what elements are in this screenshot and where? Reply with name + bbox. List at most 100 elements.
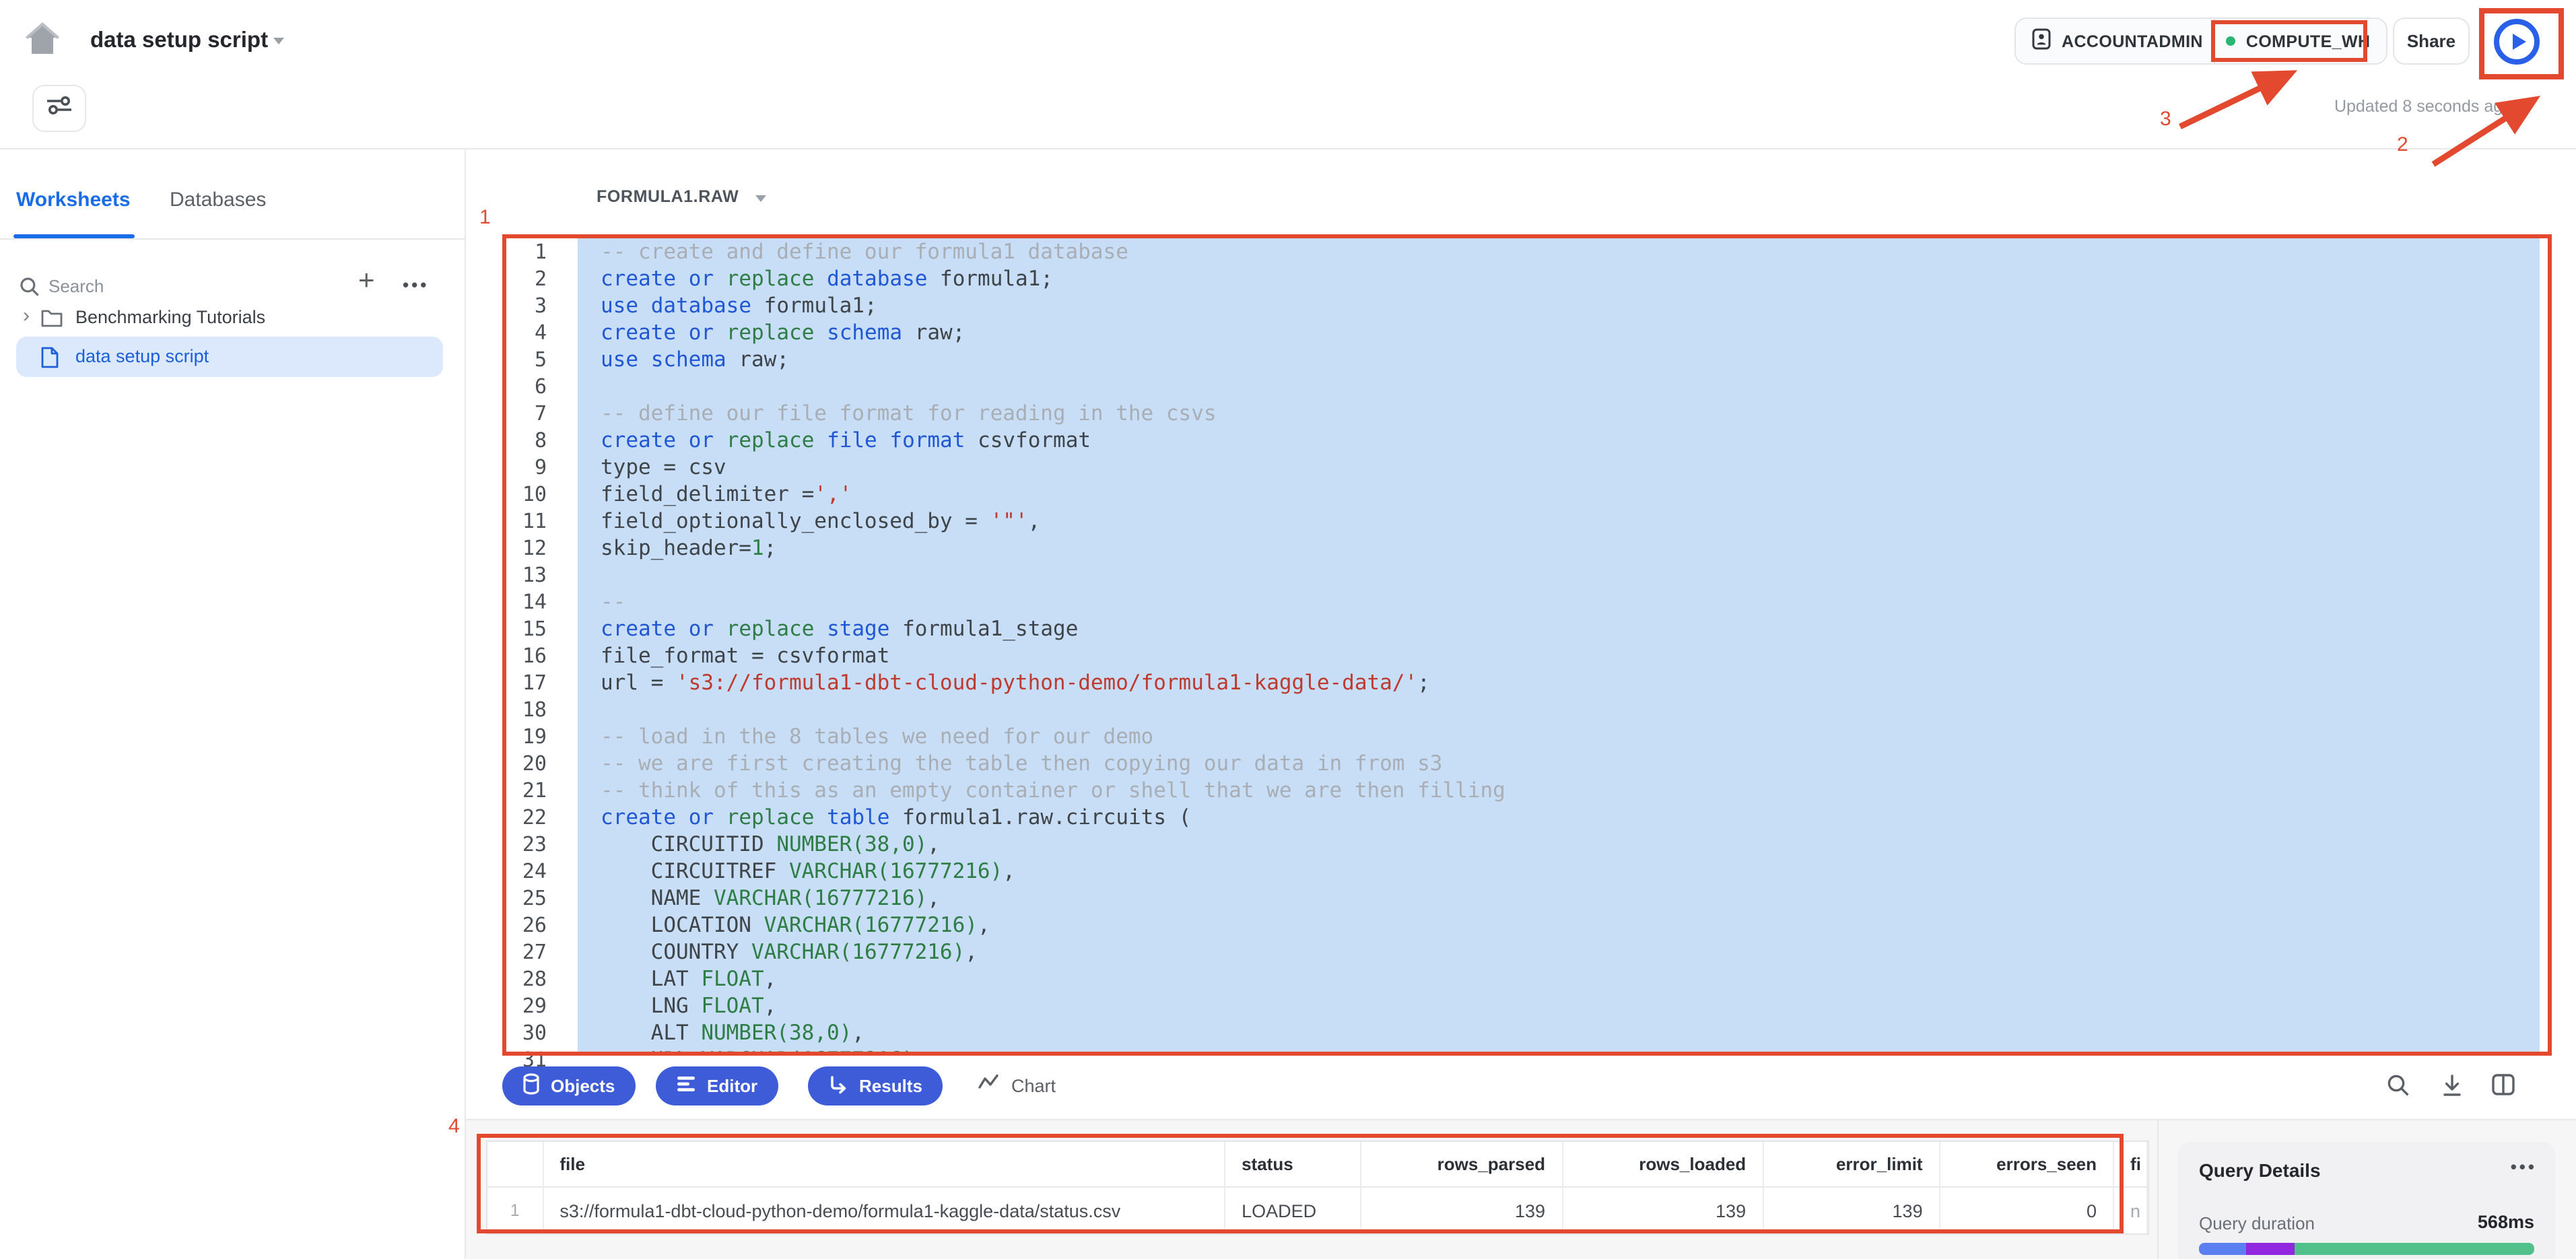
code-line[interactable]: NAME VARCHAR(16777216), xyxy=(578,885,2540,912)
code-line[interactable] xyxy=(578,696,2540,723)
run-button[interactable] xyxy=(2494,19,2540,65)
context-pill[interactable]: ACCOUNTADMIN COMPUTE_WH xyxy=(2014,18,2387,65)
code-line[interactable] xyxy=(578,373,2540,400)
table-cell[interactable]: 139 xyxy=(1763,1188,1940,1233)
line-number: 6 xyxy=(509,373,547,400)
column-header[interactable]: fi xyxy=(2114,1142,2148,1186)
chevron-right-icon[interactable]: › xyxy=(23,304,30,327)
line-number: 12 xyxy=(509,535,547,562)
line-number: 18 xyxy=(509,696,547,723)
code-line[interactable]: CIRCUITREF VARCHAR(16777216), xyxy=(578,858,2540,885)
code-line[interactable]: use schema raw; xyxy=(578,346,2540,373)
code-line[interactable]: type = csv xyxy=(578,454,2540,481)
code-line[interactable]: create or replace database formula1; xyxy=(578,265,2540,292)
home-icon xyxy=(24,39,61,62)
code-line[interactable]: -- we are first creating the table then … xyxy=(578,750,2540,777)
editor-code[interactable]: -- create and define our formula1 databa… xyxy=(578,238,2540,1052)
column-header[interactable]: rows_parsed xyxy=(1362,1142,1563,1186)
line-number: 25 xyxy=(509,885,547,912)
column-header[interactable]: status xyxy=(1225,1142,1362,1186)
warehouse-label: COMPUTE_WH xyxy=(2246,32,2371,50)
search-input[interactable]: Search xyxy=(19,276,40,304)
results-panel-divider xyxy=(2157,1120,2159,1259)
results-search-button[interactable] xyxy=(2386,1073,2410,1104)
code-line[interactable]: field_delimiter =',' xyxy=(578,481,2540,508)
pill-divider xyxy=(2214,19,2215,63)
line-number: 20 xyxy=(509,750,547,777)
code-line[interactable]: field_optionally_enclosed_by = '"', xyxy=(578,508,2540,535)
code-line[interactable]: -- create and define our formula1 databa… xyxy=(578,238,2540,265)
line-number: 1 xyxy=(509,238,547,265)
line-number: 2 xyxy=(509,265,547,292)
worksheet-title[interactable]: data setup script xyxy=(90,28,268,54)
objects-button[interactable]: Objects xyxy=(502,1066,635,1105)
code-line[interactable]: -- define our file format for reading in… xyxy=(578,400,2540,427)
annotation-label-2: 2 xyxy=(2397,133,2408,156)
code-line[interactable]: use database formula1; xyxy=(578,292,2540,319)
sidebar-item-folder[interactable]: › Benchmarking Tutorials xyxy=(0,302,465,337)
sidebar-more-button[interactable]: ••• xyxy=(403,275,429,295)
code-line[interactable]: -- xyxy=(578,588,2540,615)
tab-databases[interactable]: Databases xyxy=(170,189,266,211)
line-number: 7 xyxy=(509,400,547,427)
table-cell[interactable]: 1 xyxy=(487,1188,543,1233)
column-header[interactable]: errors_seen xyxy=(1940,1142,2114,1186)
line-number: 21 xyxy=(509,777,547,804)
line-number: 19 xyxy=(509,723,547,750)
results-table[interactable]: filestatusrows_parsedrows_loadederror_li… xyxy=(486,1141,2149,1235)
column-header[interactable] xyxy=(487,1142,543,1186)
download-results-button[interactable] xyxy=(2440,1073,2464,1104)
share-button[interactable]: Share xyxy=(2393,18,2470,65)
query-details-menu-button[interactable]: ••• xyxy=(2511,1157,2537,1177)
table-cell[interactable]: s3://formula1-dbt-cloud-python-demo/form… xyxy=(543,1188,1225,1233)
updated-status[interactable]: Updated 8 seconds ago xyxy=(2334,97,2532,116)
table-row[interactable]: 1s3://formula1-dbt-cloud-python-demo/for… xyxy=(487,1188,2148,1233)
code-line[interactable]: COUNTRY VARCHAR(16777216), xyxy=(578,939,2540,965)
schema-context-selector[interactable]: FORMULA1.RAW xyxy=(597,187,767,206)
code-line[interactable]: LNG FLOAT, xyxy=(578,992,2540,1019)
sidebar-tabs-divider xyxy=(0,238,465,240)
code-line[interactable]: URL VARCHAR(16777216), xyxy=(578,1046,2540,1052)
editor-button[interactable]: Editor xyxy=(656,1066,778,1105)
split-pane-button[interactable] xyxy=(2491,1073,2515,1103)
annotation-label-1: 1 xyxy=(479,206,491,229)
table-cell[interactable]: 139 xyxy=(1362,1188,1563,1233)
column-header[interactable]: file xyxy=(543,1142,1225,1186)
code-line[interactable]: create or replace table formula1.raw.cir… xyxy=(578,804,2540,831)
code-line[interactable]: create or replace file format csvformat xyxy=(578,427,2540,454)
code-line[interactable]: create or replace schema raw; xyxy=(578,319,2540,346)
code-line[interactable]: file_format = csvformat xyxy=(578,642,2540,669)
worksheet-options-button[interactable] xyxy=(32,85,86,132)
code-line[interactable]: -- load in the 8 tables we need for our … xyxy=(578,723,2540,750)
query-details-panel: Query Details ••• Query duration 568ms xyxy=(2177,1142,2556,1259)
column-header[interactable]: rows_loaded xyxy=(1563,1142,1763,1186)
code-line[interactable]: ALT NUMBER(38,0), xyxy=(578,1019,2540,1046)
line-number: 23 xyxy=(509,831,547,858)
table-cell[interactable]: 0 xyxy=(1940,1188,2114,1233)
new-worksheet-button[interactable]: + xyxy=(358,265,375,298)
results-button[interactable]: Results xyxy=(808,1066,943,1105)
sidebar-item-worksheet-selected[interactable]: data setup script xyxy=(16,337,443,377)
code-line[interactable]: CIRCUITID NUMBER(38,0), xyxy=(578,831,2540,858)
line-number: 16 xyxy=(509,642,547,669)
query-details-title: Query Details xyxy=(2199,1159,2321,1181)
table-cell[interactable]: LOADED xyxy=(1225,1188,1362,1233)
title-dropdown-icon[interactable] xyxy=(273,38,284,44)
code-line[interactable] xyxy=(578,562,2540,588)
code-line[interactable]: url = 's3://formula1-dbt-cloud-python-de… xyxy=(578,669,2540,696)
line-number: 3 xyxy=(509,292,547,319)
sidebar-border xyxy=(465,149,466,1259)
code-line[interactable]: -- think of this as an empty container o… xyxy=(578,777,2540,804)
line-number: 9 xyxy=(509,454,547,481)
column-header[interactable]: error_limit xyxy=(1763,1142,1940,1186)
code-line[interactable]: skip_header=1; xyxy=(578,535,2540,562)
code-line[interactable]: LAT FLOAT, xyxy=(578,965,2540,992)
tab-worksheets[interactable]: Worksheets xyxy=(16,189,131,211)
code-line[interactable]: create or replace stage formula1_stage xyxy=(578,615,2540,642)
code-line[interactable]: LOCATION VARCHAR(16777216), xyxy=(578,912,2540,939)
chart-toggle[interactable]: Chart xyxy=(978,1070,1056,1100)
table-cell[interactable]: 139 xyxy=(1563,1188,1763,1233)
query-duration-bar xyxy=(2199,1243,2534,1255)
home-button[interactable] xyxy=(24,22,65,59)
table-cell[interactable]: n xyxy=(2114,1188,2148,1233)
